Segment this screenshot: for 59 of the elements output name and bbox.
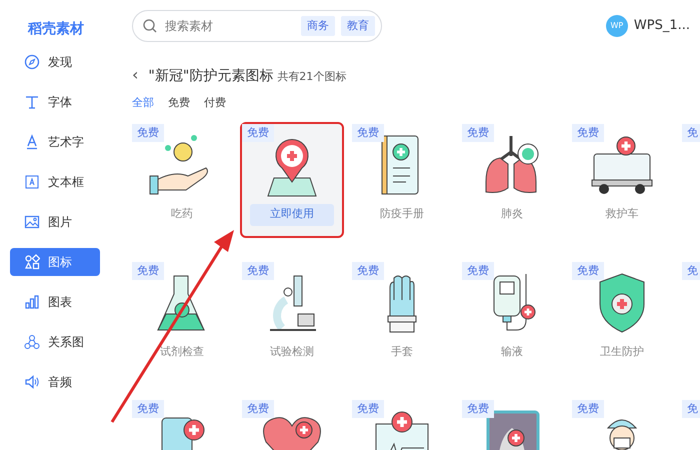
free-tag: 免费 [242,124,274,142]
sidebar-item[interactable]: 关系图 [10,328,100,356]
search-tag[interactable]: 教育 [341,16,375,36]
sidebar-item[interactable]: 发现 [10,48,100,76]
bar-chart-icon [24,294,40,310]
icon-name: 肺炎 [501,206,523,222]
art-text-icon [24,134,40,150]
free-tag: 免费 [572,124,604,142]
icon-card[interactable]: 免费 立即使用 [242,124,342,236]
icon-name: 吃药 [171,206,193,222]
relation-icon [24,334,40,350]
speaker-icon [24,374,40,390]
icon-count: 共有21个图标 [277,69,346,85]
free-tag: 免费 [132,124,164,142]
sidebar-item[interactable]: 字体 [10,88,100,116]
back-button[interactable]: ‹ [132,67,138,83]
search-field[interactable]: 搜索素材 商务 教育 [132,10,382,42]
filter-tab[interactable]: 免费 [168,95,190,112]
free-tag: 免 [682,400,700,418]
sidebar-item[interactable]: 图片 [10,208,100,236]
free-tag: 免费 [242,262,274,280]
icon-name: 试验检测 [270,344,314,360]
user-name[interactable]: WPS_1... [634,16,690,36]
compass-icon [24,54,40,70]
free-tag: 免费 [462,262,494,280]
free-tag: 免费 [572,262,604,280]
icon-name: 试剂检查 [160,344,204,360]
icon-name: 防疫手册 [380,206,424,222]
free-tag: 免费 [132,262,164,280]
logo: 稻壳素材 [26,20,85,38]
sidebar-item[interactable]: 图表 [10,288,100,316]
sidebar-item[interactable]: 图标 [10,248,100,276]
free-tag: 免费 [462,400,494,418]
free-tag: 免费 [352,400,384,418]
sidebar-item[interactable]: 艺术字 [10,128,100,156]
free-tag: 免费 [352,124,384,142]
use-now-button[interactable]: 立即使用 [250,204,334,226]
free-tag: 免 [682,262,700,280]
filter-tab[interactable]: 全部 [132,95,154,112]
icon-name: 卫生防护 [600,344,644,360]
icon-name: 输液 [501,344,523,360]
free-tag: 免费 [352,262,384,280]
free-tag: 免费 [242,400,274,418]
image-icon [24,214,40,230]
page-title: "新冠"防护元素图标 [148,67,274,86]
search-tag[interactable]: 商务 [301,16,335,36]
icon-name: 手套 [391,344,413,360]
sidebar-item[interactable]: 文本框 [10,168,100,196]
text-icon [24,94,40,110]
text-box-icon [24,174,40,190]
search-icon [143,19,157,33]
free-tag: 免费 [462,124,494,142]
free-tag: 免 [682,124,700,142]
filter-tab[interactable]: 付费 [204,95,226,112]
shapes-icon [24,254,40,270]
sidebar-item[interactable]: 音频 [10,368,100,396]
icon-name: 救护车 [606,206,638,222]
free-tag: 免费 [572,400,604,418]
free-tag: 免费 [132,400,164,418]
